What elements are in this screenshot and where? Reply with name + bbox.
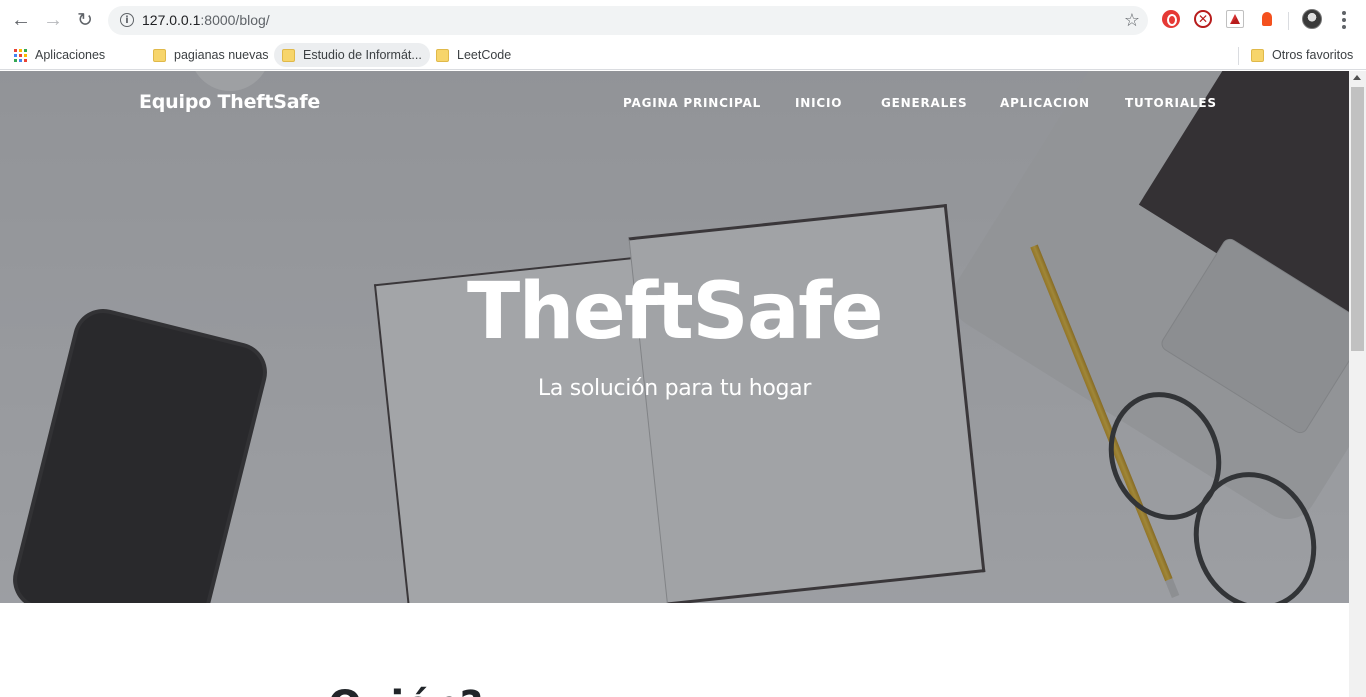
nav-generales[interactable]: GENERALES [881, 96, 968, 110]
nav-tutoriales[interactable]: TUTORIALES [1125, 96, 1217, 110]
scrollbar-thumb[interactable] [1351, 87, 1364, 351]
bookmark-label: Estudio de Informát... [303, 48, 422, 62]
extension-pdf-icon[interactable] [1226, 10, 1244, 28]
hero-section: Equipo TheftSafe PAGINA PRINCIPAL INICIO… [0, 71, 1349, 603]
browser-toolbar: ← → ↻ i 127.0.0.1:8000/blog/ ☆ ✕ [0, 0, 1366, 40]
bookmarks-bar: Aplicaciones pagianas nuevas Estudio de … [0, 40, 1366, 70]
bookmark-star-icon[interactable]: ☆ [1124, 10, 1140, 31]
address-bar[interactable]: i 127.0.0.1:8000/blog/ ☆ [108, 6, 1148, 35]
reload-icon[interactable]: ↻ [73, 8, 97, 32]
bookmark-label: Aplicaciones [35, 48, 106, 62]
extension-close-icon[interactable]: ✕ [1194, 10, 1212, 28]
url-host: 127.0.0.1 [142, 12, 201, 28]
nav-pagina-principal[interactable]: PAGINA PRINCIPAL [623, 96, 761, 110]
folder-icon [282, 48, 295, 62]
bookmark-pagianas-nuevas[interactable]: pagianas nuevas [145, 43, 277, 67]
nav-aplicacion[interactable]: APLICACION [1000, 96, 1090, 110]
section-heading-partial: Quién? [328, 683, 483, 697]
folder-icon [153, 48, 166, 62]
bookmark-leetcode[interactable]: LeetCode [428, 43, 519, 67]
page-viewport: Equipo TheftSafe PAGINA PRINCIPAL INICIO… [0, 71, 1349, 697]
bookmark-estudio-informatica[interactable]: Estudio de Informát... [274, 43, 430, 67]
extension-opera-icon[interactable] [1162, 10, 1180, 28]
bookmark-label: Otros favoritos [1272, 48, 1354, 62]
folder-icon [1251, 48, 1264, 62]
site-brand[interactable]: Equipo TheftSafe [139, 91, 320, 113]
bookmark-label: LeetCode [457, 48, 512, 62]
nav-inicio[interactable]: INICIO [795, 96, 842, 110]
back-arrow-icon[interactable]: ← [9, 8, 33, 32]
address-url[interactable]: 127.0.0.1:8000/blog/ [142, 12, 270, 28]
hero-title: TheftSafe [466, 267, 884, 357]
url-path: :8000/blog/ [200, 12, 270, 28]
profile-avatar[interactable] [1302, 9, 1322, 29]
bookmarks-divider [1238, 47, 1239, 65]
info-icon[interactable]: i [120, 13, 134, 27]
extension-rocket-icon[interactable] [1258, 10, 1276, 28]
hero-subtitle: La solución para tu hogar [537, 376, 812, 401]
folder-icon [436, 48, 449, 62]
scroll-up-arrow-icon[interactable] [1353, 75, 1361, 80]
forward-arrow-icon[interactable]: → [41, 8, 65, 32]
bookmark-label: pagianas nuevas [174, 48, 269, 62]
browser-menu-icon[interactable] [1336, 8, 1352, 32]
page-scrollbar[interactable] [1349, 71, 1366, 697]
bookmark-apps[interactable]: Aplicaciones [6, 43, 113, 67]
toolbar-divider [1288, 12, 1289, 30]
apps-grid-icon [14, 48, 27, 62]
bookmark-otros-favoritos[interactable]: Otros favoritos [1243, 43, 1361, 67]
